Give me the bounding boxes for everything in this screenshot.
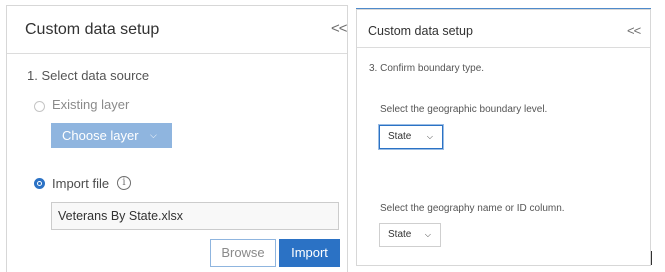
existing-layer-label[interactable]: Existing layer [52,97,129,112]
text-cursor [651,251,652,265]
geography-column-select[interactable]: State ⌵ [379,223,441,247]
step-label: 1. Select data source [27,68,150,83]
import-button[interactable]: Import [279,239,340,267]
collapse-icon[interactable]: << [331,20,348,37]
chevron-down-icon: ⌵ [426,132,433,141]
choose-layer-button[interactable]: Choose layer ⌵ [51,123,172,148]
info-icon[interactable]: i [117,176,131,190]
panel-header: Custom data setup << [7,6,348,54]
browse-button[interactable]: Browse [210,239,276,267]
import-file-label[interactable]: Import file [52,176,109,191]
custom-data-setup-panel-step3: Custom data setup << 3. Confirm boundary… [356,9,651,266]
import-file-radio[interactable] [34,178,45,189]
chevron-down-icon: ⌵ [150,130,157,140]
chevron-down-icon: ⌵ [424,230,431,239]
panel-title: Custom data setup [368,24,473,38]
geography-column-prompt: Select the geography name or ID column. [380,203,565,214]
existing-layer-radio[interactable] [34,101,45,112]
boundary-level-value: State [388,131,412,142]
panel-header: Custom data setup << [357,10,650,48]
custom-data-setup-panel-step1: Custom data setup << 1. Select data sour… [6,5,348,272]
boundary-level-prompt: Select the geographic boundary level. [380,104,548,115]
file-name-field[interactable]: Veterans By State.xlsx [51,202,339,230]
collapse-icon[interactable]: << [627,23,641,38]
choose-layer-label: Choose layer [62,128,139,143]
step-label: 3. Confirm boundary type. [369,63,485,74]
panel-title: Custom data setup [25,21,160,38]
boundary-level-select[interactable]: State ⌵ [379,125,443,149]
geography-column-value: State [388,229,412,240]
